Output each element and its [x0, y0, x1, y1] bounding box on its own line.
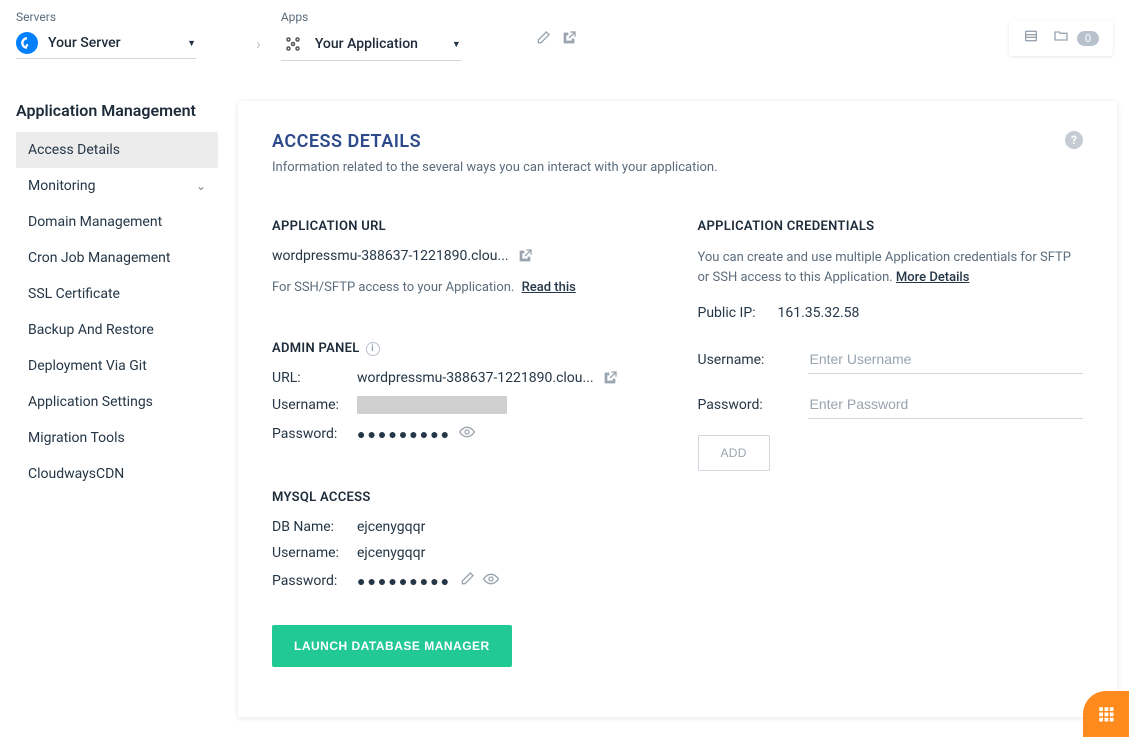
main-panel: ACCESS DETAILS Information related to th…: [238, 101, 1117, 717]
sidebar-item-monitoring[interactable]: Monitoring⌄: [16, 168, 218, 204]
sidebar-item-cloudways-cdn[interactable]: CloudwaysCDN: [16, 456, 218, 492]
admin-url: wordpressmu-388637-1221890.clou...: [357, 370, 594, 386]
external-link-icon[interactable]: [602, 370, 618, 386]
mysql-password-dots: ●●●●●●●●●: [357, 573, 451, 590]
admin-username-masked: [357, 396, 507, 414]
sidebar-item-migration-tools[interactable]: Migration Tools: [16, 420, 218, 456]
chevron-right-icon: ›: [256, 34, 261, 53]
edit-icon[interactable]: [535, 30, 551, 50]
mysql-dbname: ejcenygqqr: [357, 519, 425, 535]
section-mysql-access: MYSQL ACCESS: [272, 490, 658, 505]
sidebar-item-access-details[interactable]: Access Details: [16, 132, 218, 168]
servers-label: Servers: [16, 10, 196, 24]
help-icon[interactable]: ?: [1065, 131, 1083, 149]
apps-label: Apps: [281, 10, 461, 24]
app-name: Your Application: [315, 36, 442, 52]
cred-password-input[interactable]: [808, 390, 1084, 419]
panel-subtitle: Information related to the several ways …: [272, 160, 718, 175]
pencil-icon[interactable]: [459, 571, 475, 591]
info-icon[interactable]: i: [366, 342, 380, 356]
mysql-username: ejcenygqqr: [357, 545, 425, 561]
server-selector[interactable]: Your Server ▼: [16, 28, 196, 59]
section-application-credentials: APPLICATION CREDENTIALS: [698, 219, 1084, 234]
cred-username-label: Username:: [698, 352, 808, 368]
admin-url-label: URL:: [272, 370, 357, 386]
application-url: wordpressmu-388637-1221890.clou...: [272, 248, 509, 264]
sidebar-item-cron-job-management[interactable]: Cron Job Management: [16, 240, 218, 276]
app-selector[interactable]: Your Application ▼: [281, 28, 461, 61]
list-icon[interactable]: [1023, 28, 1039, 48]
section-application-url: APPLICATION URL: [272, 219, 658, 234]
mysql-password-label: Password:: [272, 573, 357, 589]
external-link-icon[interactable]: [561, 30, 577, 50]
top-bar: Servers Your Server ▼ › Apps Your Applic…: [0, 0, 1129, 71]
section-admin-panel: ADMIN PANEL i: [272, 341, 658, 356]
notification-badge: 0: [1077, 31, 1099, 46]
sidebar-item-backup-restore[interactable]: Backup And Restore: [16, 312, 218, 348]
panel-title: ACCESS DETAILS: [272, 131, 718, 152]
caret-down-icon: ▼: [187, 38, 196, 49]
launch-database-manager-button[interactable]: LAUNCH DATABASE MANAGER: [272, 625, 512, 667]
public-ip-label: Public IP:: [698, 305, 778, 321]
add-credential-button[interactable]: ADD: [698, 435, 770, 471]
app-quick-actions: [535, 30, 577, 50]
mysql-username-label: Username:: [272, 545, 357, 561]
app-type-icon: [281, 32, 305, 56]
credentials-note: You can create and use multiple Applicat…: [698, 250, 1071, 285]
eye-icon[interactable]: [483, 571, 499, 591]
sidebar-item-application-settings[interactable]: Application Settings: [16, 384, 218, 420]
more-details-link[interactable]: More Details: [896, 270, 970, 285]
cred-username-input[interactable]: [808, 345, 1084, 374]
fab-apps-button[interactable]: [1083, 691, 1129, 737]
read-this-link[interactable]: Read this: [522, 280, 576, 295]
apps-crumb: Apps Your Application ▼: [281, 10, 461, 61]
server-name: Your Server: [48, 35, 177, 51]
external-link-icon[interactable]: [517, 248, 533, 264]
mysql-dbname-label: DB Name:: [272, 519, 357, 535]
admin-password-dots: ●●●●●●●●●: [357, 426, 451, 443]
sidebar: Application Management Access Details Mo…: [0, 101, 218, 737]
caret-down-icon: ▼: [452, 39, 461, 50]
eye-icon[interactable]: [459, 424, 475, 444]
admin-password-label: Password:: [272, 426, 357, 442]
sidebar-item-domain-management[interactable]: Domain Management: [16, 204, 218, 240]
public-ip-value: 161.35.32.58: [778, 305, 860, 321]
server-provider-icon: [16, 32, 38, 54]
sidebar-item-deployment-git[interactable]: Deployment Via Git: [16, 348, 218, 384]
cred-password-label: Password:: [698, 397, 808, 413]
top-right-tools: 0: [1009, 20, 1113, 56]
folder-icon[interactable]: [1051, 28, 1071, 48]
sidebar-item-ssl-certificate[interactable]: SSL Certificate: [16, 276, 218, 312]
ssh-note: For SSH/SFTP access to your Application.: [272, 280, 514, 295]
servers-crumb: Servers Your Server ▼: [16, 10, 196, 59]
sidebar-heading: Application Management: [16, 101, 218, 120]
admin-username-label: Username:: [272, 397, 357, 413]
chevron-down-icon: ⌄: [196, 179, 206, 193]
